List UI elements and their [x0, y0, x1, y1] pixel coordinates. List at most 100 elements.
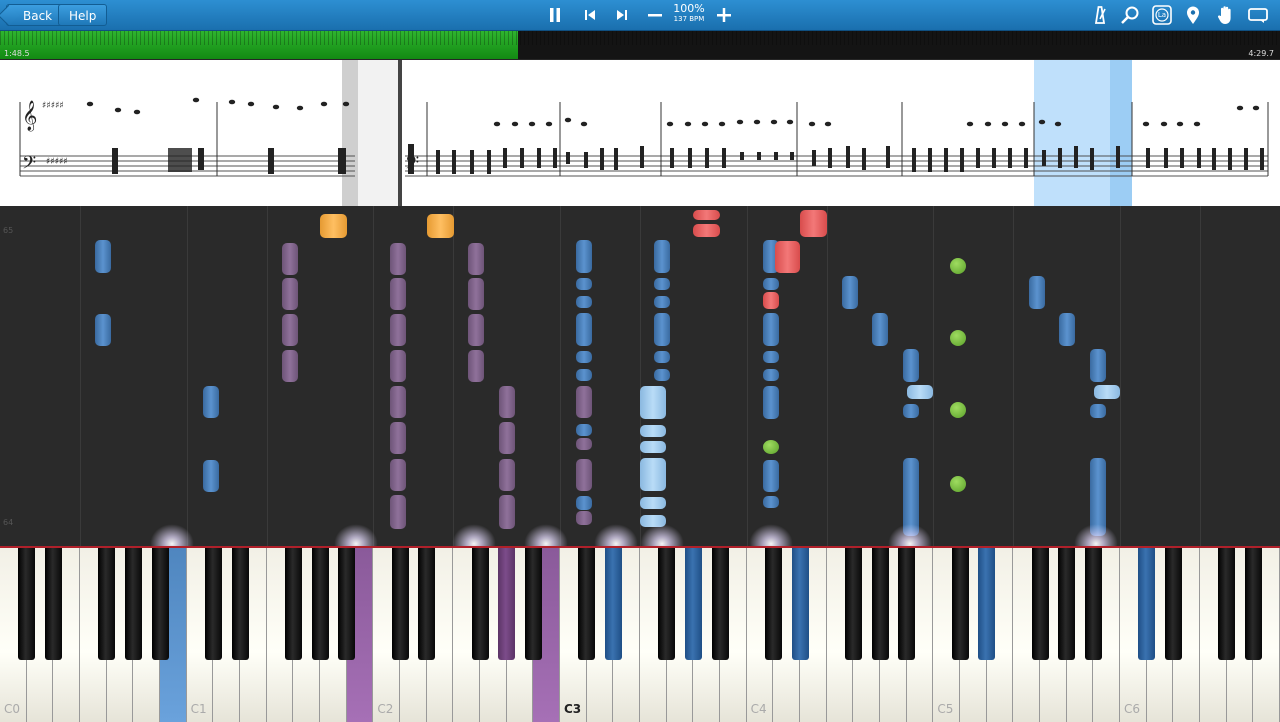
back-button[interactable]: Back — [6, 4, 64, 26]
key-press-spark — [334, 524, 378, 546]
black-key[interactable] — [524, 548, 542, 660]
lane-line — [80, 206, 81, 546]
falling-note — [499, 422, 515, 454]
falling-note — [576, 459, 592, 491]
plus-icon[interactable] — [712, 3, 736, 27]
falling-note — [576, 240, 592, 273]
falling-note — [640, 386, 666, 419]
falling-note — [282, 243, 298, 275]
black-key[interactable] — [231, 548, 249, 660]
falling-note — [950, 402, 966, 418]
black-key[interactable] — [604, 548, 622, 660]
black-key[interactable] — [391, 548, 409, 660]
falling-note — [640, 458, 666, 491]
minus-icon[interactable] — [643, 3, 667, 27]
octave-label: C5 — [937, 702, 954, 716]
falling-note — [576, 278, 592, 290]
black-key[interactable] — [578, 548, 596, 660]
skip-forward-icon[interactable] — [610, 3, 634, 27]
pause-icon[interactable] — [543, 3, 567, 27]
black-key[interactable] — [871, 548, 889, 660]
black-key[interactable] — [1084, 548, 1102, 660]
black-key[interactable] — [844, 548, 862, 660]
key-press-spark — [640, 524, 684, 546]
lane-line — [560, 206, 561, 546]
falling-note — [763, 440, 779, 454]
falling-note — [468, 243, 484, 275]
svg-text:𝄢: 𝄢 — [22, 153, 36, 178]
piano-keyboard[interactable]: C0 C1 C2 C3 C4 C5 C6 — [0, 546, 1280, 722]
black-key[interactable] — [471, 548, 489, 660]
falling-note — [903, 404, 919, 418]
black-key[interactable] — [151, 548, 169, 660]
lane-line — [640, 206, 641, 546]
octave-label: C6 — [1124, 702, 1141, 716]
falling-note — [1090, 404, 1106, 418]
falling-note — [1029, 276, 1045, 309]
skip-back-icon[interactable] — [578, 3, 602, 27]
svg-text:𝄞: 𝄞 — [22, 100, 37, 132]
falling-note — [576, 511, 592, 525]
black-key[interactable] — [978, 548, 996, 660]
key-press-spark — [594, 524, 638, 546]
svg-text:♯♯♯♯♯: ♯♯♯♯♯ — [42, 101, 64, 111]
black-key[interactable] — [124, 548, 142, 660]
black-key[interactable] — [311, 548, 329, 660]
falling-note — [576, 496, 592, 510]
black-key[interactable] — [764, 548, 782, 660]
falling-note — [468, 350, 484, 382]
black-key[interactable] — [1031, 548, 1049, 660]
black-key[interactable] — [204, 548, 222, 660]
lane-line — [933, 206, 934, 546]
falling-note — [468, 314, 484, 346]
black-key[interactable] — [338, 548, 356, 660]
falling-note — [282, 314, 298, 346]
lane-line — [1013, 206, 1014, 546]
black-key[interactable] — [284, 548, 302, 660]
falling-note — [390, 495, 406, 529]
falling-note — [654, 240, 670, 273]
help-label: Help — [69, 9, 97, 23]
black-key[interactable] — [711, 548, 729, 660]
black-key[interactable] — [44, 548, 62, 660]
black-key[interactable] — [898, 548, 916, 660]
octave-label: C1 — [190, 702, 207, 716]
metronome-icon[interactable] — [1088, 3, 1112, 27]
falling-note — [499, 495, 515, 529]
svg-text:♯♯♯♯♯: ♯♯♯♯♯ — [46, 157, 68, 167]
black-key[interactable] — [791, 548, 809, 660]
falling-note — [640, 441, 666, 453]
black-key[interactable] — [98, 548, 116, 660]
falling-note — [763, 292, 779, 309]
black-key[interactable] — [1058, 548, 1076, 660]
location-pin-icon[interactable] — [1181, 3, 1205, 27]
black-key[interactable] — [951, 548, 969, 660]
black-key[interactable] — [498, 548, 516, 660]
black-key[interactable] — [1244, 548, 1262, 660]
black-key[interactable] — [658, 548, 676, 660]
lane-line — [827, 206, 828, 546]
hand-label-icon[interactable]: Lа — [1150, 3, 1174, 27]
black-key[interactable] — [1218, 548, 1236, 660]
screen-toggle-icon[interactable] — [1246, 3, 1270, 27]
falling-note — [499, 459, 515, 491]
magnifier-icon[interactable] — [1118, 3, 1142, 27]
falling-note — [775, 241, 800, 273]
hand-icon[interactable] — [1214, 3, 1238, 27]
sheet-music-panel[interactable]: 𝄞 𝄢 𝄢 ♯♯♯♯♯♯♯♯♯♯ — [0, 60, 1280, 206]
lane-line — [453, 206, 454, 546]
black-key[interactable] — [418, 548, 436, 660]
tempo-bpm: 137 BPM — [673, 15, 705, 23]
elapsed-time: 1:48.5 — [4, 49, 30, 58]
black-key[interactable] — [684, 548, 702, 660]
sheet-music-notation: 𝄞 𝄢 𝄢 ♯♯♯♯♯♯♯♯♯♯ — [19, 60, 1269, 206]
falling-note — [95, 240, 111, 273]
black-key[interactable] — [1138, 548, 1156, 660]
song-progress-bar[interactable]: 1:48.5 4:29.7 — [0, 31, 1280, 59]
falling-note — [640, 425, 666, 437]
black-key[interactable] — [1164, 548, 1182, 660]
help-button[interactable]: Help — [58, 4, 108, 26]
falling-note — [576, 313, 592, 346]
black-key[interactable] — [18, 548, 36, 660]
falling-note — [499, 386, 515, 418]
